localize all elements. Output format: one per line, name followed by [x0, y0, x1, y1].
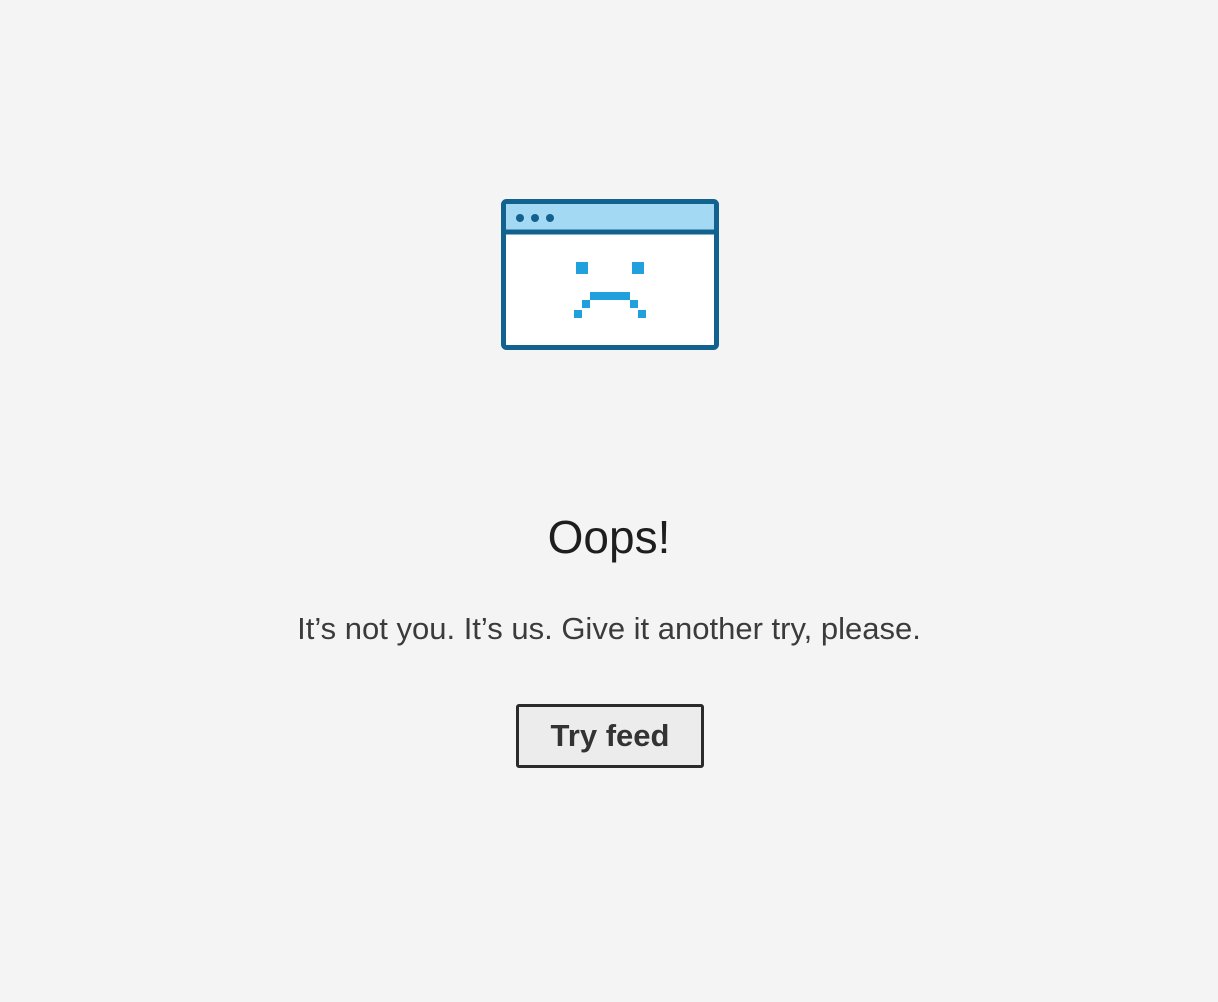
error-message: It’s not you. It’s us. Give it another t… [297, 611, 921, 646]
sad-browser-window-icon [501, 199, 719, 350]
try-feed-button[interactable]: Try feed [516, 704, 704, 768]
error-title: Oops! [547, 511, 671, 563]
error-page: Oops! It’s not you. It’s us. Give it ano… [0, 0, 1218, 1002]
